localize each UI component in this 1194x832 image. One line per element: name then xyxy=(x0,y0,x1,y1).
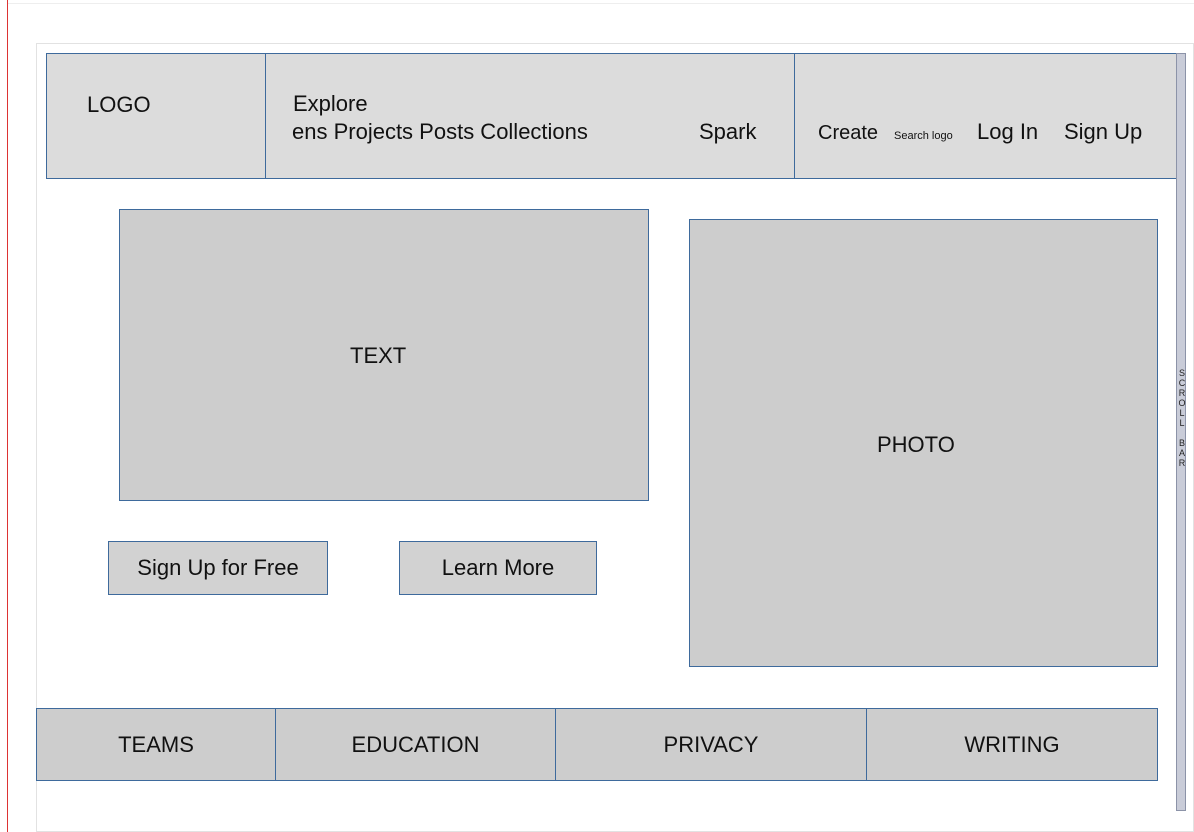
scrollbar-letter: O xyxy=(1178,398,1186,408)
scrollbar-label: S C R O L L B A R xyxy=(1177,368,1187,468)
nav-explore-link[interactable]: Explore xyxy=(293,93,368,115)
header-bar: LOGO Explore ens Projects Posts Collecti… xyxy=(46,53,1180,179)
text-placeholder: TEXT xyxy=(119,209,649,501)
scrollbar-letter: A xyxy=(1178,448,1185,458)
scrollbar-letter: C xyxy=(1178,378,1186,388)
scrollbar-letter: B xyxy=(1178,438,1185,448)
page-margin-line xyxy=(7,0,8,832)
logo[interactable]: LOGO xyxy=(87,94,151,116)
create-link[interactable]: Create xyxy=(818,123,878,143)
header-nav-cell: Explore ens Projects Posts Collections S… xyxy=(266,54,795,178)
footer-item-privacy[interactable]: PRIVACY xyxy=(556,709,867,780)
scrollbar-letter: L xyxy=(1179,418,1185,428)
photo-placeholder: PHOTO xyxy=(689,219,1158,667)
scrollbar-letter: R xyxy=(1178,388,1186,398)
nav-links[interactable]: ens Projects Posts Collections xyxy=(292,121,588,143)
text-placeholder-label: TEXT xyxy=(350,343,407,368)
signup-link[interactable]: Sign Up xyxy=(1064,121,1142,143)
signup-free-button[interactable]: Sign Up for Free xyxy=(108,541,328,595)
footer-item-education[interactable]: EDUCATION xyxy=(276,709,556,780)
scrollbar-letter: S xyxy=(1178,368,1185,378)
learn-more-button[interactable]: Learn More xyxy=(399,541,597,595)
login-link[interactable]: Log In xyxy=(977,121,1038,143)
header-actions-cell: Create Search logo Log In Sign Up xyxy=(795,54,1180,178)
footer-item-teams[interactable]: TEAMS xyxy=(37,709,276,780)
scrollbar-letter: L xyxy=(1179,408,1185,418)
scrollbar-letter: R xyxy=(1178,458,1186,468)
photo-placeholder-label: PHOTO xyxy=(877,432,955,457)
search-logo-icon[interactable]: Search logo xyxy=(894,131,953,142)
footer-item-writing[interactable]: WRITING xyxy=(867,709,1157,780)
footer-bar: TEAMS EDUCATION PRIVACY WRITING xyxy=(36,708,1158,781)
nav-spark-link[interactable]: Spark xyxy=(699,121,756,143)
header-logo-cell: LOGO xyxy=(47,54,266,178)
scrollbar-letter xyxy=(1177,428,1187,438)
page-top-border xyxy=(8,3,1194,4)
